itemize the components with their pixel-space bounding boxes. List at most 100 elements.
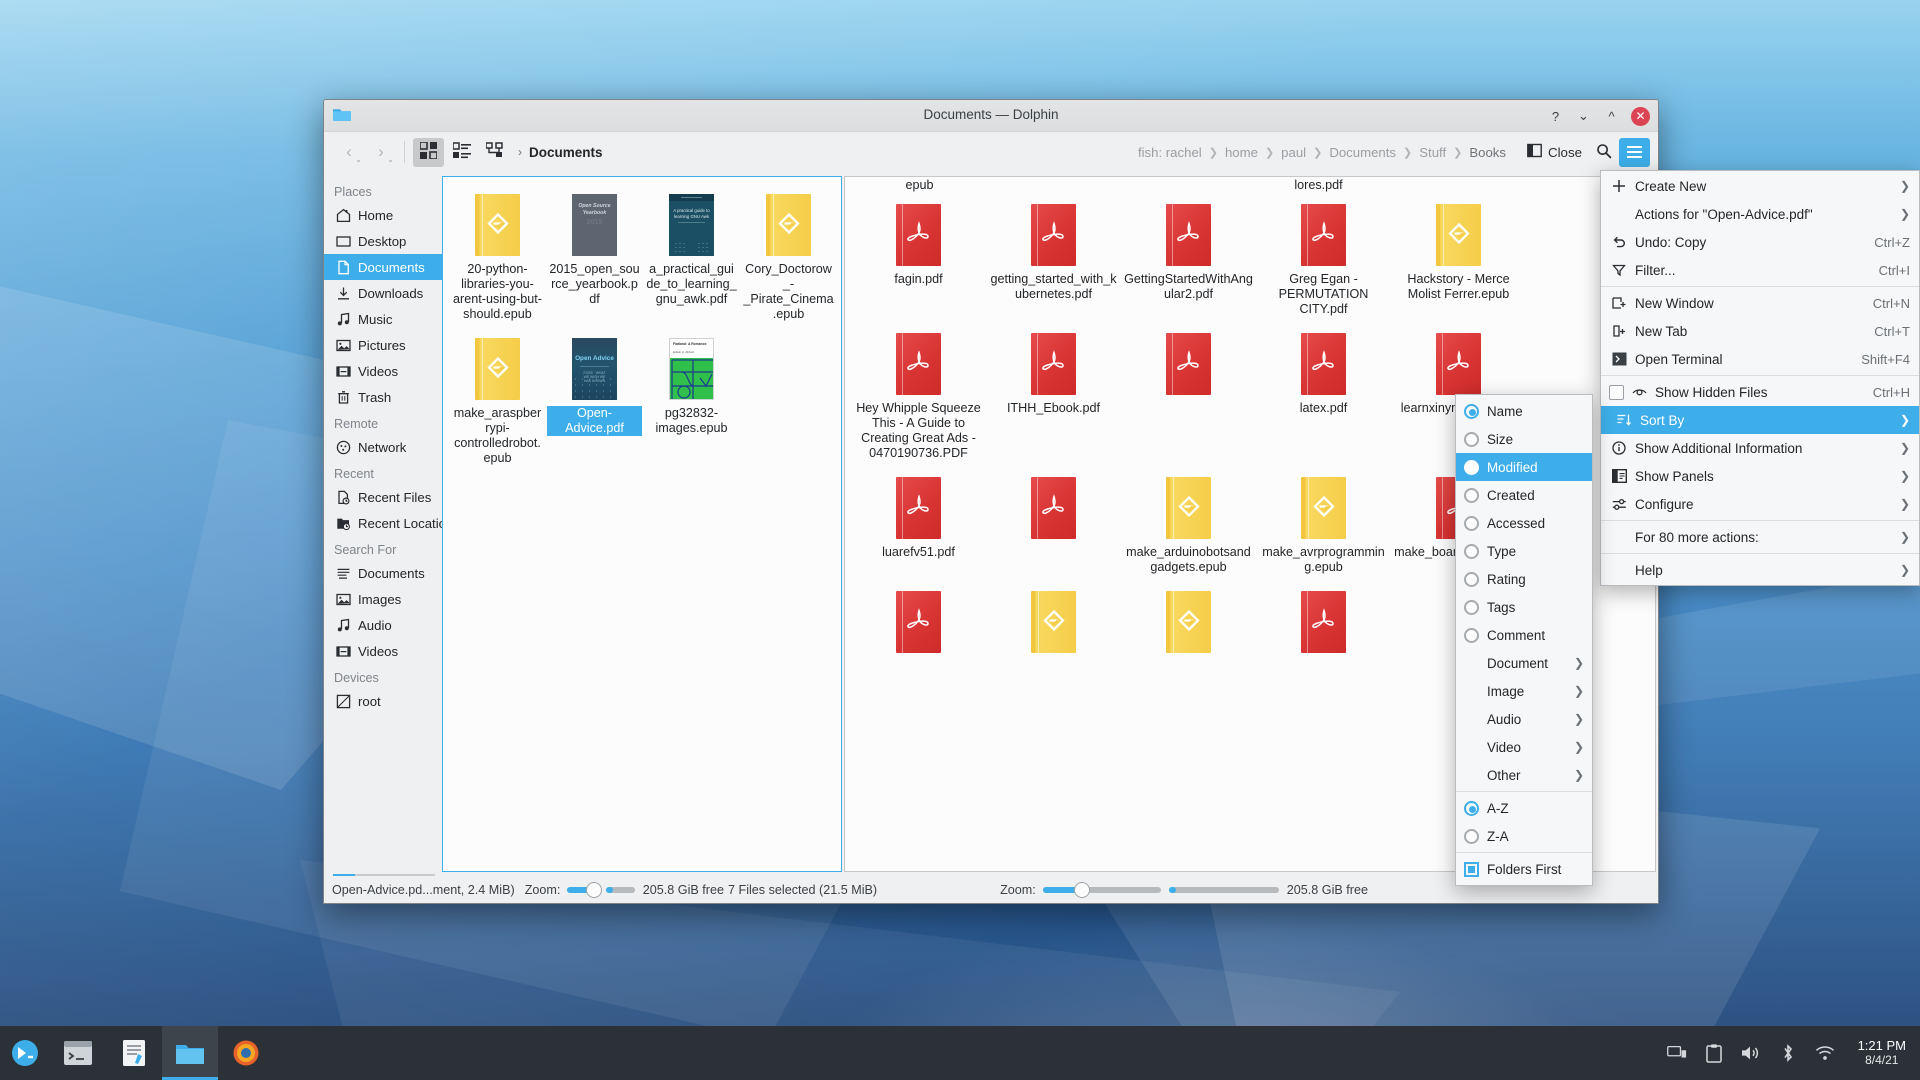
zoom-slider-left[interactable] — [567, 881, 603, 898]
sidebar-item-documents[interactable]: Documents — [324, 254, 442, 280]
file-item[interactable]: Hey Whipple Squeeze This - A Guide to Cr… — [852, 325, 985, 461]
terminal-app-icon[interactable] — [50, 1026, 106, 1080]
sidebar-item-videos[interactable]: Videos — [324, 358, 442, 384]
zoom-slider-right-secondary[interactable] — [1168, 886, 1279, 893]
radio-button[interactable] — [1464, 403, 1479, 419]
zoom-slider-left-secondary[interactable] — [606, 886, 635, 893]
checkbox[interactable] — [1609, 384, 1624, 400]
sort-folders-first[interactable]: Folders First — [1456, 855, 1592, 883]
sort-order-za[interactable]: Z-A — [1456, 822, 1592, 850]
file-item[interactable]: Open Source Yearbook 2015 2015_open_sour… — [547, 186, 642, 322]
file-item[interactable]: make_arduinobotsandgadgets.epub — [1122, 469, 1255, 575]
sidebar-item-trash[interactable]: Trash — [324, 384, 442, 410]
file-item[interactable]: luarefv51.pdf — [852, 469, 985, 575]
forward-button[interactable]: › ⌄ — [366, 138, 396, 166]
radio-button[interactable] — [1464, 800, 1479, 816]
file-item[interactable]: Flatland: A Romance Edwin A. Abbott pg32… — [644, 330, 739, 466]
sidebar-item-search-audio[interactable]: Audio — [324, 612, 442, 638]
view-icons-button[interactable] — [413, 137, 444, 167]
menu-item-configure[interactable]: Configure ❯ — [1601, 490, 1919, 518]
radio-button[interactable] — [1464, 599, 1479, 615]
menu-item-help[interactable]: Help ❯ — [1601, 556, 1919, 584]
file-item[interactable] — [1122, 583, 1255, 659]
sidebar-item-desktop[interactable]: Desktop — [324, 228, 442, 254]
menu-item-undo-copy[interactable]: Undo: Copy Ctrl+Z — [1601, 228, 1919, 256]
sort-option-modified[interactable]: Modified — [1456, 453, 1592, 481]
sidebar-item-search-documents[interactable]: Documents — [324, 560, 442, 586]
view-details-button[interactable] — [479, 138, 510, 167]
sort-option-document[interactable]: Document ❯ — [1456, 649, 1592, 677]
application-launcher-icon[interactable] — [0, 1026, 50, 1080]
radio-button[interactable] — [1464, 571, 1479, 587]
file-item[interactable]: Greg Egan - PERMUTATION CITY.pdf — [1257, 196, 1390, 317]
window-titlebar[interactable]: Documents — Dolphin ? ⌄ ^ ✕ — [324, 100, 1658, 132]
minimize-button[interactable]: ⌄ — [1575, 108, 1592, 125]
menu-item-sort-by[interactable]: Sort By ❯ — [1601, 406, 1919, 434]
dolphin-app-icon[interactable] — [162, 1026, 218, 1080]
vpn-icon[interactable] — [1666, 1043, 1687, 1063]
breadcrumb-segment-2[interactable]: paul — [1281, 145, 1306, 160]
breadcrumb-segment-3[interactable]: Documents — [1329, 145, 1396, 160]
radio-button[interactable] — [1464, 828, 1479, 844]
menu-item-new-tab[interactable]: New Tab Ctrl+T — [1601, 317, 1919, 345]
file-item[interactable]: 20-python-libraries-you-arent-using-but-… — [450, 186, 545, 322]
sort-option-tags[interactable]: Tags — [1456, 593, 1592, 621]
sort-option-accessed[interactable]: Accessed — [1456, 509, 1592, 537]
clock[interactable]: 1:21 PM 8/4/21 — [1852, 1038, 1906, 1068]
breadcrumb-current[interactable]: Documents — [529, 145, 603, 160]
file-item[interactable]: getting_started_with_kubernetes.pdf — [987, 196, 1120, 317]
help-button[interactable]: ? — [1547, 108, 1564, 125]
sidebar-item-root[interactable]: root — [324, 688, 442, 714]
breadcrumb-segment-0[interactable]: fish: rachel — [1138, 145, 1202, 160]
breadcrumb-segment-4[interactable]: Stuff — [1419, 145, 1446, 160]
volume-icon[interactable] — [1741, 1043, 1761, 1063]
hamburger-menu-button[interactable] — [1619, 137, 1650, 167]
file-item[interactable]: Cory_Doctorow_-_Pirate_Cinema.epub — [741, 186, 836, 322]
text-editor-app-icon[interactable] — [106, 1026, 162, 1080]
file-item[interactable]: fagin.pdf — [852, 196, 985, 317]
radio-button[interactable] — [1464, 515, 1479, 531]
sort-option-other[interactable]: Other ❯ — [1456, 761, 1592, 789]
file-item[interactable] — [987, 583, 1120, 659]
sidebar-item-downloads[interactable]: Downloads — [324, 280, 442, 306]
file-item[interactable]: make_avrprogramming.epub — [1257, 469, 1390, 575]
file-item[interactable] — [987, 469, 1120, 575]
file-item[interactable]: A practical guide to learning GNU Awk a_… — [644, 186, 739, 322]
file-item[interactable]: Hackstory - Merce Molist Ferrer.epub — [1392, 196, 1525, 317]
file-item[interactable] — [1257, 583, 1390, 659]
sidebar-item-pictures[interactable]: Pictures — [324, 332, 442, 358]
file-item[interactable] — [1122, 325, 1255, 461]
sort-order-az[interactable]: A-Z — [1456, 794, 1592, 822]
menu-item-show-additional-information[interactable]: Show Additional Information ❯ — [1601, 434, 1919, 462]
sidebar-item-network[interactable]: Network — [324, 434, 442, 460]
menu-item-show-panels[interactable]: Show Panels ❯ — [1601, 462, 1919, 490]
menu-item-create-new[interactable]: Create New ❯ — [1601, 172, 1919, 200]
sidebar-item-search-videos[interactable]: Videos — [324, 638, 442, 664]
file-item[interactable]: GettingStartedWithAngular2.pdf — [1122, 196, 1255, 317]
radio-button[interactable] — [1464, 487, 1479, 503]
zoom-slider-right[interactable] — [1042, 881, 1161, 898]
maximize-button[interactable]: ^ — [1603, 108, 1620, 125]
radio-button[interactable] — [1464, 627, 1479, 643]
firefox-app-icon[interactable] — [218, 1026, 274, 1080]
sidebar-item-recent-locations[interactable]: Recent Locations — [324, 510, 442, 536]
menu-item-actions-for-file[interactable]: Actions for "Open-Advice.pdf" ❯ — [1601, 200, 1919, 228]
menu-item-open-terminal[interactable]: Open Terminal Shift+F4 — [1601, 345, 1919, 373]
radio-button[interactable] — [1464, 543, 1479, 559]
sort-option-audio[interactable]: Audio ❯ — [1456, 705, 1592, 733]
menu-item-filter[interactable]: Filter... Ctrl+I — [1601, 256, 1919, 284]
file-item[interactable] — [852, 583, 985, 659]
sidebar-item-search-images[interactable]: Images — [324, 586, 442, 612]
sidebar-item-recent-files[interactable]: Recent Files — [324, 484, 442, 510]
search-button[interactable] — [1589, 138, 1619, 167]
wifi-icon[interactable] — [1815, 1043, 1835, 1063]
radio-button[interactable] — [1464, 459, 1479, 475]
sort-option-name[interactable]: Name — [1456, 397, 1592, 425]
sidebar-item-music[interactable]: Music — [324, 306, 442, 332]
close-button[interactable]: ✕ — [1631, 106, 1650, 126]
sort-option-size[interactable]: Size — [1456, 425, 1592, 453]
file-pane-left[interactable]: 20-python-libraries-you-arent-using-but-… — [442, 176, 842, 872]
bluetooth-icon[interactable] — [1778, 1043, 1798, 1063]
sidebar-item-home[interactable]: Home — [324, 202, 442, 228]
back-button[interactable]: ‹ ⌄ — [334, 138, 364, 166]
